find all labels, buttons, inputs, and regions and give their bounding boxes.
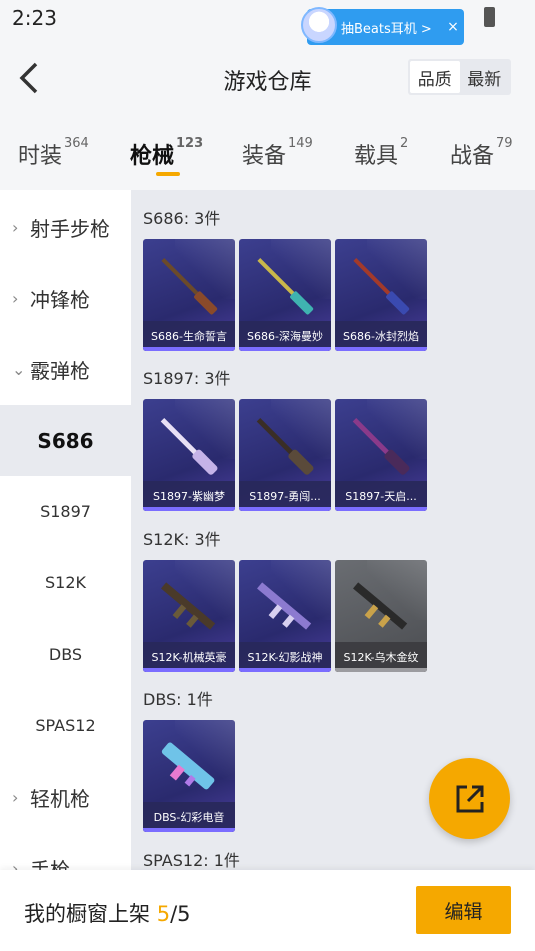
chevron-right-icon: ›	[12, 218, 19, 237]
tab-count: 123	[176, 136, 204, 151]
item-card[interactable]: S1897-勇闯...	[239, 399, 331, 511]
sidebar-group-label: 射手步枪	[30, 217, 110, 241]
status-icons	[476, 7, 495, 27]
section-title-dbs: DBS: 1件	[143, 690, 213, 709]
item-card[interactable]: S1897-紫幽梦	[143, 399, 235, 511]
section-title-s12k: S12K: 3件	[143, 530, 221, 549]
sidebar-item-s12k[interactable]: S12K	[0, 547, 131, 618]
item-card[interactable]: DBS-幻彩电音	[143, 720, 235, 832]
sidebar-group-label: 霰弹枪	[30, 359, 90, 383]
share-icon	[456, 785, 483, 812]
tab-equipment[interactable]: 装备149	[242, 136, 313, 170]
shotgun-icon	[257, 258, 314, 315]
ad-close-button[interactable]: ×	[442, 19, 464, 35]
shotgun-icon	[257, 582, 312, 630]
chevron-right-icon: ›	[12, 788, 19, 807]
battery-icon	[484, 7, 495, 27]
item-card[interactable]: S12K-机械英豪	[143, 560, 235, 672]
ad-banner[interactable]: 抽Beats耳机 > ×	[301, 7, 464, 45]
rarity-bar	[335, 507, 427, 511]
sidebar-group-marksman-rifle[interactable]: › 射手步枪	[0, 192, 131, 263]
shotgun-icon	[353, 582, 408, 630]
tab-label: 战备	[450, 144, 495, 169]
shotgun-icon	[160, 418, 218, 475]
shelf-current-count: 5	[156, 902, 171, 926]
sort-by-newest[interactable]: 最新	[460, 61, 510, 93]
shelf-status: 我的橱窗上架 5/5	[24, 898, 191, 928]
rarity-bar	[239, 507, 331, 511]
rarity-bar	[335, 668, 427, 672]
tab-active-underline	[156, 172, 180, 176]
tab-label: 时装	[18, 144, 63, 169]
rarity-bar	[143, 347, 235, 351]
item-card[interactable]: S12K-幻影战神	[239, 560, 331, 672]
shotgun-icon	[161, 742, 215, 790]
rarity-bar	[239, 347, 331, 351]
item-card[interactable]: S686-深海曼妙	[239, 239, 331, 351]
tab-battle-gear[interactable]: 战备79	[450, 136, 513, 170]
shotgun-icon	[161, 258, 218, 315]
sidebar-group-label: 轻机枪	[30, 787, 90, 811]
sidebar-group-label: 冲锋枪	[30, 288, 90, 312]
rarity-bar	[335, 347, 427, 351]
rarity-bar	[143, 668, 235, 672]
rarity-bar	[143, 507, 235, 511]
item-card[interactable]: S686-生命誓言	[143, 239, 235, 351]
game-warehouse-page: 2:23 游戏仓库 品质 最新 抽Beats耳机 > × 时装364 枪械123	[0, 0, 535, 951]
shotgun-icon	[353, 258, 410, 315]
shotgun-icon	[161, 582, 216, 630]
weapon-type-sidebar: › 射手步枪 › 冲锋枪 ⌄ 霰弹枪 S686 S1897 S12K DBS S…	[0, 190, 131, 882]
tab-vehicles[interactable]: 载具2	[354, 136, 409, 170]
section-title-spas12: SPAS12: 1件	[143, 851, 240, 870]
shotgun-icon	[256, 418, 314, 475]
tab-count: 2	[400, 136, 409, 151]
shelf-label: 我的橱窗上架	[24, 902, 150, 926]
tab-label: 载具	[354, 144, 399, 169]
section-title-s686: S686: 3件	[143, 209, 221, 228]
sort-by-quality[interactable]: 品质	[410, 61, 460, 93]
sidebar-item-spas12[interactable]: SPAS12	[0, 690, 131, 761]
tab-count: 149	[288, 136, 313, 151]
ad-text: 抽Beats耳机 >	[341, 21, 432, 37]
share-button[interactable]	[429, 758, 510, 839]
rarity-bar	[239, 668, 331, 672]
tab-count: 364	[64, 136, 89, 151]
tab-label: 枪械	[130, 144, 175, 169]
shotgun-icon	[352, 418, 410, 475]
item-card[interactable]: S1897-天启...	[335, 399, 427, 511]
category-tabs: 时装364 枪械123 装备149 载具2 战备79	[0, 120, 535, 190]
edit-button[interactable]: 编辑	[416, 886, 511, 934]
sidebar-item-dbs[interactable]: DBS	[0, 619, 131, 690]
header: 游戏仓库 品质 最新	[0, 36, 535, 120]
sort-toggle: 品质 最新	[408, 59, 511, 95]
tab-guns[interactable]: 枪械123	[130, 136, 204, 176]
sidebar-group-smg[interactable]: › 冲锋枪	[0, 263, 131, 334]
sidebar-group-shotgun[interactable]: ⌄ 霰弹枪	[0, 334, 131, 405]
section-title-s1897: S1897: 3件	[143, 369, 231, 388]
tab-fashion[interactable]: 时装364	[18, 136, 89, 170]
chevron-right-icon: ›	[12, 289, 19, 308]
status-time: 2:23	[12, 6, 57, 30]
item-card[interactable]: S686-冰封烈焰	[335, 239, 427, 351]
sidebar-group-lmg[interactable]: › 轻机枪	[0, 762, 131, 833]
ad-avatar-icon	[301, 7, 337, 43]
bottom-bar: 我的橱窗上架 5/5 编辑	[0, 870, 535, 951]
shelf-total-count: /5	[170, 902, 191, 926]
sidebar-item-s1897[interactable]: S1897	[0, 476, 131, 547]
sidebar-item-s686[interactable]: S686	[0, 405, 131, 476]
chevron-down-icon: ⌄	[12, 360, 26, 379]
tab-count: 79	[496, 136, 513, 151]
item-card[interactable]: S12K-乌木金纹	[335, 560, 427, 672]
tab-label: 装备	[242, 144, 287, 169]
rarity-bar	[143, 828, 235, 832]
